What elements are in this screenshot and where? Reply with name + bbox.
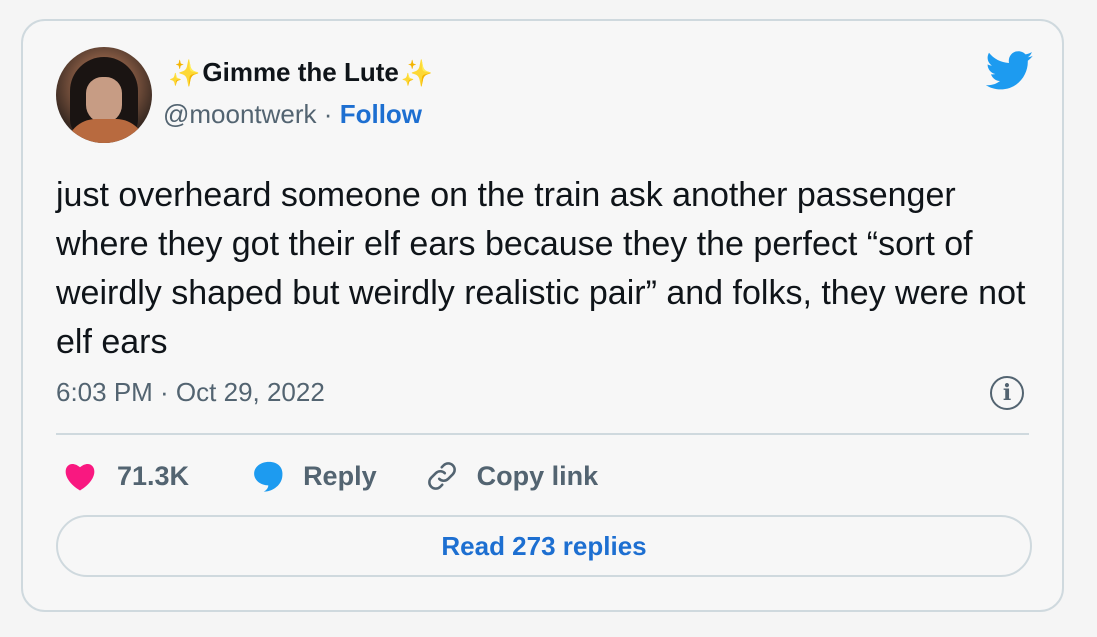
twitter-bird-icon[interactable]	[986, 51, 1034, 91]
author-name[interactable]: ✨ Gimme the Lute ✨	[168, 57, 433, 88]
sparkle-icon: ✨	[168, 57, 201, 88]
like-count: 71.3K	[117, 460, 190, 491]
tweet-card: ✨ Gimme the Lute ✨ @moontwerk · Follow j…	[21, 19, 1064, 612]
action-bar: 71.3K Reply Copy link	[63, 451, 598, 501]
follow-button[interactable]: Follow	[340, 99, 422, 129]
tweet-timestamp[interactable]: 6:03 PM · Oct 29, 2022	[56, 377, 325, 408]
speech-bubble-icon	[254, 461, 283, 492]
author-handle-row: @moontwerk · Follow	[163, 99, 422, 130]
divider	[56, 433, 1029, 435]
link-icon	[427, 462, 456, 490]
sparkle-icon: ✨	[400, 57, 434, 88]
heart-icon	[65, 463, 95, 491]
copy-link-button[interactable]: Copy link	[425, 459, 599, 493]
display-name[interactable]: Gimme the Lute	[202, 57, 398, 88]
info-icon[interactable]: i	[990, 376, 1024, 410]
tweet-text: just overheard someone on the train ask …	[56, 176, 1026, 361]
author-handle[interactable]: @moontwerk	[163, 99, 317, 129]
separator: ·	[323, 99, 333, 129]
avatar[interactable]	[56, 47, 152, 143]
copy-link-label: Copy link	[476, 460, 599, 491]
reply-button[interactable]: Reply	[251, 459, 425, 493]
reply-label: Reply	[303, 460, 377, 491]
read-replies-button[interactable]: Read 273 replies	[56, 515, 1032, 577]
like-button[interactable]: 71.3K	[63, 461, 251, 492]
